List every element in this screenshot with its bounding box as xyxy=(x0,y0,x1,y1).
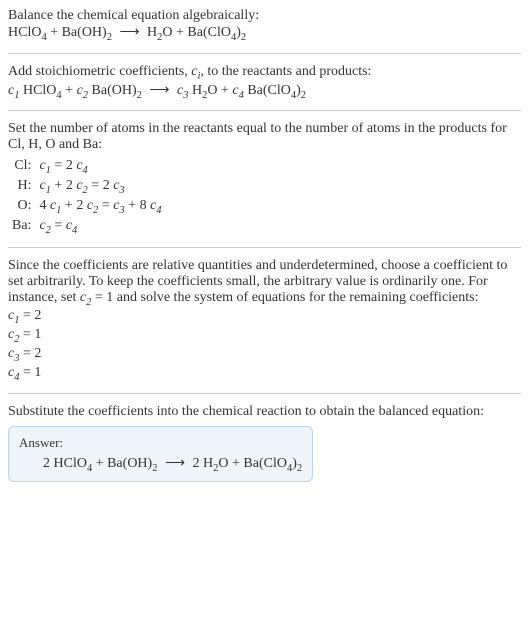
section-problem: Balance the chemical equation algebraica… xyxy=(8,8,521,43)
balance-value: c1 + 2 c2 = 2 c3 xyxy=(35,177,165,197)
answer-title: Substitute the coefficients into the che… xyxy=(8,404,521,420)
problem-equation: HClO4 + Ba(OH)2 ⟶ H2O + Ba(ClO4)2 xyxy=(8,24,521,43)
section-answer: Substitute the coefficients into the che… xyxy=(8,393,521,483)
balance-label: H: xyxy=(8,177,35,197)
atom-balance-table: Cl: c1 = 2 c4 H: c1 + 2 c2 = 2 c3 O: 4 c… xyxy=(8,157,166,236)
balance-label: O: xyxy=(8,197,35,217)
balance-label: Ba: xyxy=(8,217,35,237)
balance-value: 4 c1 + 2 c2 = c3 + 8 c4 xyxy=(35,197,165,217)
balance-value: c1 = 2 c4 xyxy=(35,157,165,177)
solve-line: c4 = 1 xyxy=(8,365,521,383)
balance-label: Cl: xyxy=(8,157,35,177)
section-atom-balance: Set the number of atoms in the reactants… xyxy=(8,110,521,236)
solve-results: c1 = 2 c2 = 1 c3 = 2 c4 = 1 xyxy=(8,308,521,382)
solve-line: c3 = 2 xyxy=(8,346,521,364)
problem-title: Balance the chemical equation algebraica… xyxy=(8,8,521,24)
section-coefficients: Add stoichiometric coefficients, ci, to … xyxy=(8,53,521,101)
section-solve: Since the coefficients are relative quan… xyxy=(8,247,521,383)
balance-value: c2 = c4 xyxy=(35,217,165,237)
solve-line: c2 = 1 xyxy=(8,327,521,345)
coefficients-title: Add stoichiometric coefficients, ci, to … xyxy=(8,64,521,82)
solve-title: Since the coefficients are relative quan… xyxy=(8,258,521,308)
answer-box: Answer: 2 HClO4 + Ba(OH)2 ⟶ 2 H2O + Ba(C… xyxy=(8,426,313,483)
balance-row: O: 4 c1 + 2 c2 = c3 + 8 c4 xyxy=(8,197,166,217)
solve-line: c1 = 2 xyxy=(8,308,521,326)
coefficients-equation: c1 HClO4 + c2 Ba(OH)2 ⟶ c3 H2O + c4 Ba(C… xyxy=(8,82,521,101)
balance-row: H: c1 + 2 c2 = 2 c3 xyxy=(8,177,166,197)
balance-row: Cl: c1 = 2 c4 xyxy=(8,157,166,177)
answer-label: Answer: xyxy=(19,435,302,451)
answer-equation: 2 HClO4 + Ba(OH)2 ⟶ 2 H2O + Ba(ClO4)2 xyxy=(19,455,302,474)
balance-row: Ba: c2 = c4 xyxy=(8,217,166,237)
atom-balance-title: Set the number of atoms in the reactants… xyxy=(8,121,521,153)
